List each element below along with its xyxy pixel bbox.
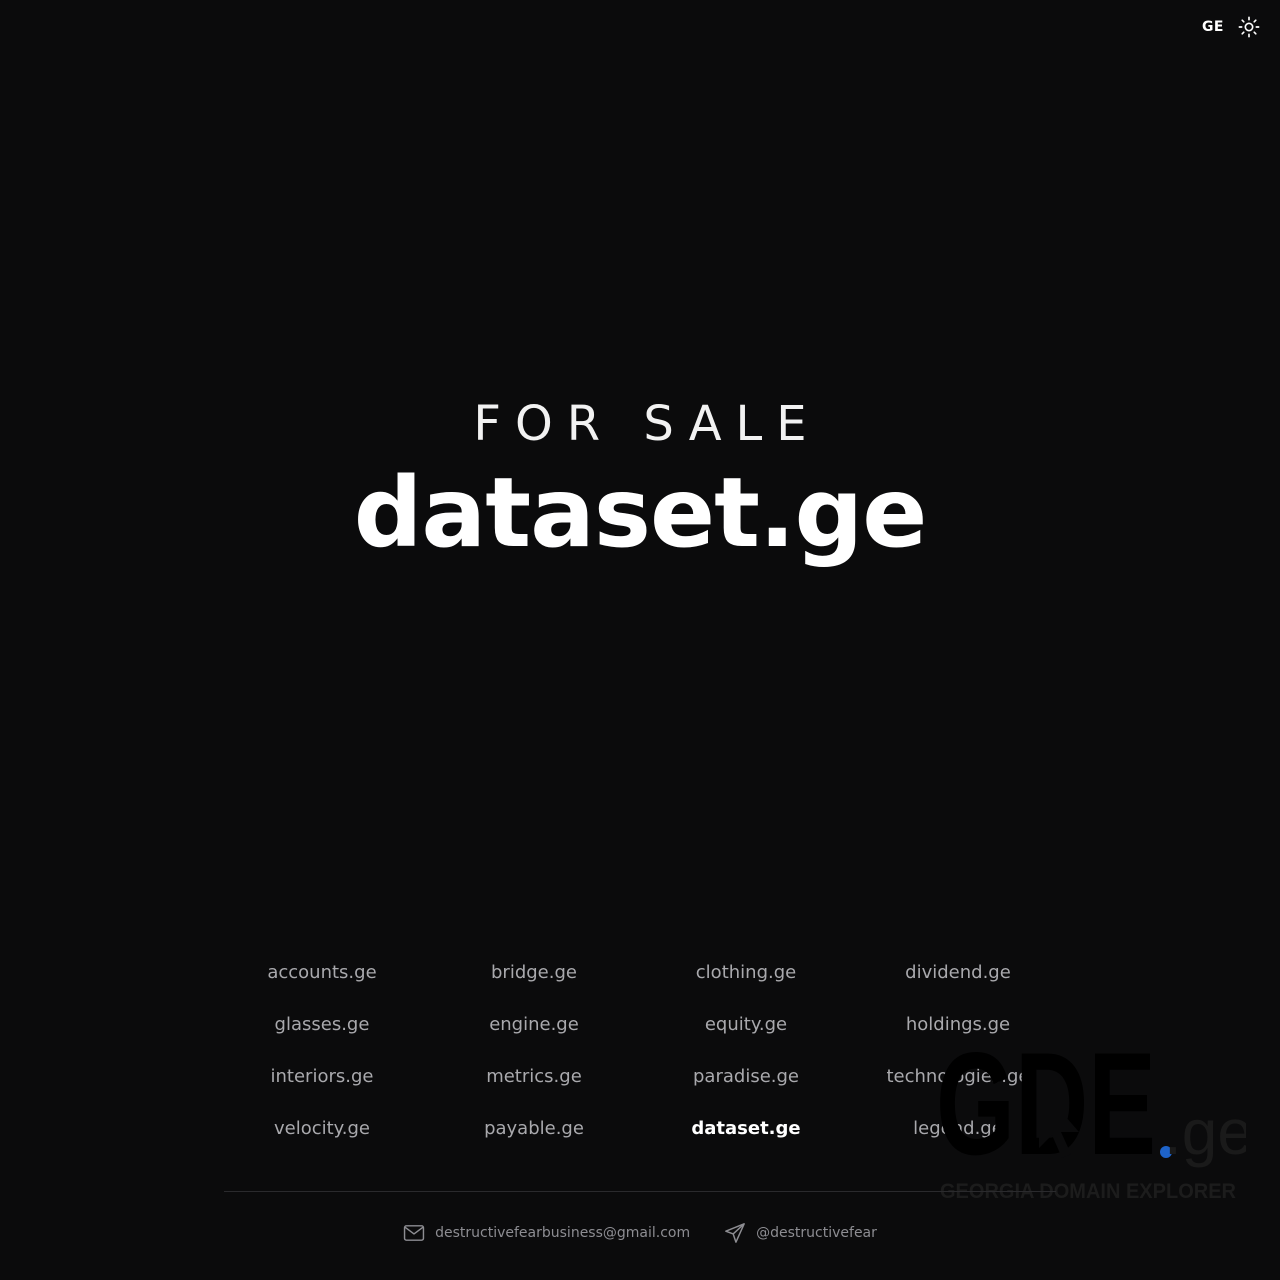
domain-link-current[interactable]: dataset.ge	[640, 1104, 852, 1152]
hero: FOR SALE dataset.ge	[0, 392, 1280, 568]
domain-title: dataset.ge	[353, 457, 928, 569]
domain-grid: accounts.ge bridge.ge clothing.ge dividend.…	[216, 948, 1064, 1156]
footer-divider	[224, 1191, 1056, 1192]
domain-link[interactable]: accounts.ge	[216, 948, 428, 996]
domain-link[interactable]: equity.ge	[640, 1000, 852, 1048]
domain-link[interactable]: velocity.ge	[216, 1104, 428, 1152]
domain-link[interactable]: metrics.ge	[428, 1052, 640, 1100]
domain-link[interactable]: holdings.ge	[852, 1000, 1064, 1048]
watermark-suffix: .ge	[1164, 1096, 1246, 1168]
language-toggle-button[interactable]: GE	[1200, 15, 1226, 39]
domain-link[interactable]: legend.ge	[852, 1104, 1064, 1152]
send-icon	[725, 1223, 746, 1243]
footer: destructivefearbusiness@gmail.com @destr…	[0, 1222, 1280, 1244]
domain-link[interactable]: paradise.ge	[640, 1052, 852, 1100]
watermark-dot	[1160, 1146, 1172, 1158]
sun-icon	[1238, 16, 1260, 38]
domain-link[interactable]: engine.ge	[428, 1000, 640, 1048]
email-text: destructivefearbusiness@gmail.com	[435, 1225, 691, 1241]
mail-icon	[403, 1225, 425, 1241]
email-link[interactable]: destructivefearbusiness@gmail.com	[403, 1222, 690, 1244]
domain-link[interactable]: interiors.ge	[216, 1052, 428, 1100]
for-sale-label: FOR SALE	[473, 396, 821, 452]
telegram-text: @destructivefear	[756, 1225, 877, 1241]
telegram-link[interactable]: @destructivefear	[724, 1222, 877, 1244]
domain-link[interactable]: dividend.ge	[852, 948, 1064, 996]
domain-link[interactable]: bridge.ge	[428, 948, 640, 996]
domain-link[interactable]: technologies.ge	[852, 1052, 1064, 1100]
domain-link[interactable]: glasses.ge	[216, 1000, 428, 1048]
page: GE FOR SALE dataset.ge accounts.ge bridge…	[0, 0, 1280, 1280]
theme-toggle-button[interactable]	[1236, 14, 1262, 40]
domain-link[interactable]: payable.ge	[428, 1104, 640, 1152]
top-bar: GE	[1200, 14, 1262, 40]
domain-link[interactable]: clothing.ge	[640, 948, 852, 996]
